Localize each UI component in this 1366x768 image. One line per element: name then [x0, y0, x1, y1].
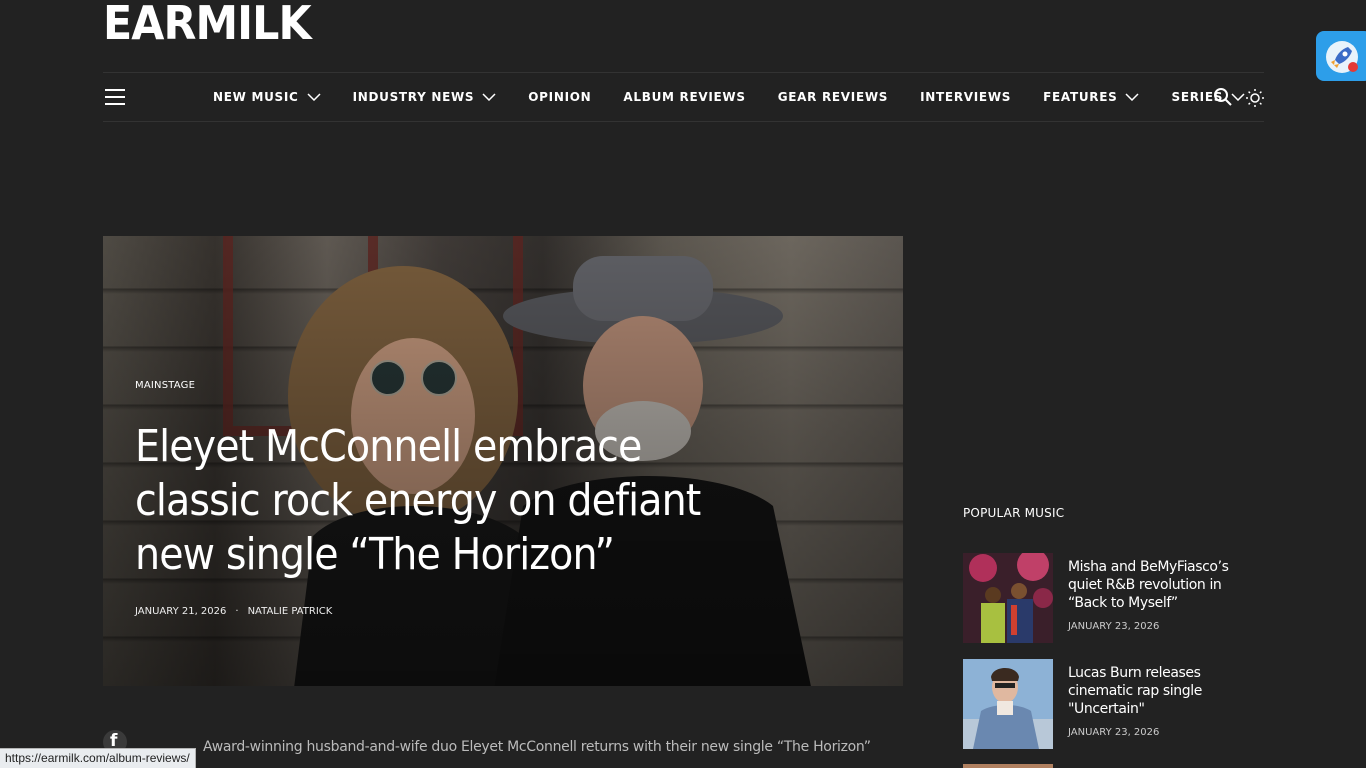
popular-item-title[interactable]: Misha and BeMyFiasco’s quiet R&B revolut…	[1068, 558, 1253, 612]
site-logo[interactable]: EARMILK	[103, 0, 312, 46]
nav-item-label: ALBUM REVIEWS	[623, 90, 746, 104]
nav-menu: NEW MUSIC INDUSTRY NEWS OPINION ALBUM RE…	[213, 73, 1277, 121]
rocket-icon	[1326, 41, 1358, 73]
chevron-down-icon	[307, 93, 321, 101]
article-title[interactable]: Eleyet McConnell embrace classic rock en…	[135, 420, 765, 582]
nav-item-features[interactable]: FEATURES	[1043, 90, 1140, 104]
chevron-down-icon	[1125, 93, 1140, 101]
search-icon[interactable]	[1213, 87, 1233, 107]
rocket-extension-button[interactable]	[1316, 31, 1366, 81]
meta-separator: ·	[235, 606, 239, 617]
main-navigation: NEW MUSIC INDUSTRY NEWS OPINION ALBUM RE…	[103, 72, 1264, 122]
popular-item-thumbnail	[963, 659, 1053, 749]
nav-item-label: GEAR REVIEWS	[777, 90, 889, 104]
popular-item-title[interactable]: Lucas Burn releases cinematic rap single…	[1068, 664, 1253, 718]
sun-icon[interactable]	[1245, 88, 1265, 108]
popular-item-date: JANUARY 23, 2026	[1068, 727, 1160, 738]
popular-item[interactable]: Misha and BeMyFiasco’s quiet R&B revolut…	[963, 553, 1263, 643]
hamburger-menu-icon[interactable]	[105, 89, 125, 105]
nav-item-album-reviews[interactable]: ALBUM REVIEWS	[623, 90, 745, 104]
nav-item-gear-reviews[interactable]: GEAR REVIEWS	[778, 90, 888, 104]
nav-item-opinion[interactable]: OPINION	[528, 90, 591, 104]
article-meta: JANUARY 21, 2026 · NATALIE PATRICK	[135, 606, 332, 617]
nav-item-label: FEATURES	[1043, 90, 1118, 104]
article-intro-text: Award-winning husband-and-wife duo Eleye…	[203, 739, 871, 755]
article-author[interactable]: NATALIE PATRICK	[248, 606, 333, 617]
nav-item-interviews[interactable]: INTERVIEWS	[920, 90, 1011, 104]
nav-item-label: INTERVIEWS	[920, 90, 1012, 104]
popular-item-thumbnail-partial	[963, 764, 1053, 768]
nav-item-new-music[interactable]: NEW MUSIC	[213, 90, 321, 104]
popular-music-heading: POPULAR MUSIC	[963, 506, 1065, 520]
article-date: JANUARY 21, 2026	[135, 606, 227, 617]
nav-item-label: NEW MUSIC	[213, 90, 299, 104]
popular-item[interactable]: Lucas Burn releases cinematic rap single…	[963, 659, 1263, 749]
status-bar-url: https://earmilk.com/album-reviews/	[0, 748, 196, 768]
nav-item-series[interactable]: SERIES	[1171, 90, 1245, 104]
featured-article[interactable]: MAINSTAGE Eleyet McConnell embrace class…	[103, 236, 903, 686]
nav-item-label: INDUSTRY NEWS	[352, 90, 475, 104]
category-label[interactable]: MAINSTAGE	[135, 380, 195, 391]
popular-item-thumbnail	[963, 553, 1053, 643]
chevron-down-icon	[482, 93, 496, 101]
nav-item-industry-news[interactable]: INDUSTRY NEWS	[353, 90, 497, 104]
nav-item-label: OPINION	[528, 90, 592, 104]
chevron-down-icon	[1231, 93, 1245, 101]
popular-item-date: JANUARY 23, 2026	[1068, 621, 1160, 632]
